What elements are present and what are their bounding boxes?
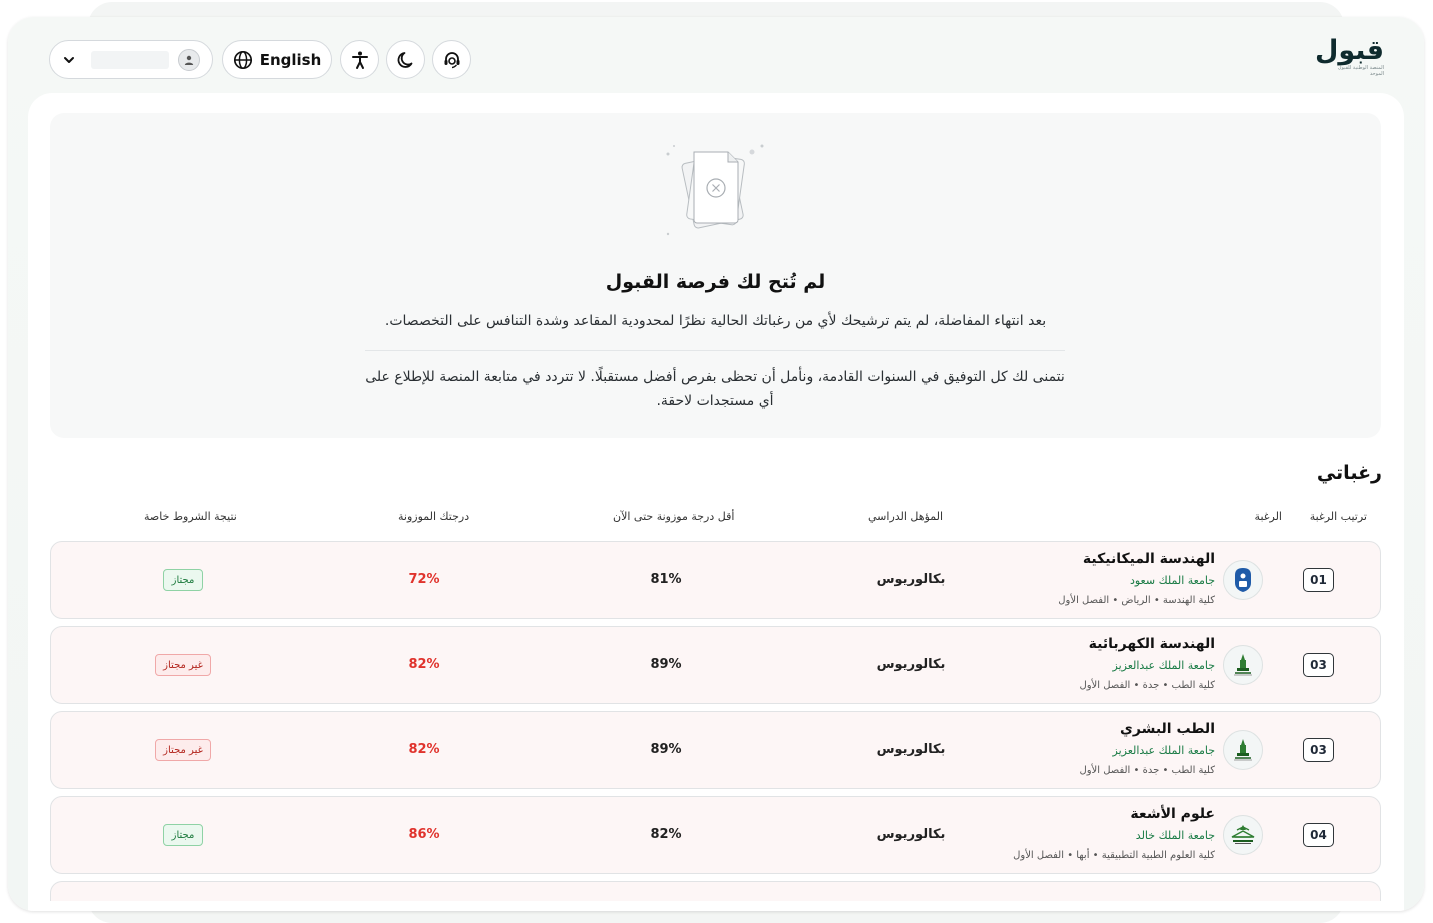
table-header: ترتيب الرغبة الرغبة المؤهل الدراسي أقل د… [28, 510, 1404, 532]
major-name: الهندسة الكهربائية [1088, 636, 1215, 652]
col-header-wish: الرغبة [1254, 510, 1282, 523]
major-name: علوم الأشعة [1130, 806, 1215, 822]
accessibility-button[interactable] [340, 40, 379, 79]
globe-icon [233, 50, 252, 69]
min-score: 89% [650, 742, 682, 757]
college-details: كلية العلوم الطبية التطبيقية • أبها • ال… [1013, 850, 1215, 861]
support-agent-icon [444, 51, 459, 68]
university-name: جامعة الملك عبدالعزيز [1112, 659, 1216, 672]
wish-order: 03 [1303, 738, 1334, 762]
dark-mode-button[interactable] [386, 40, 425, 79]
status-badge: مجتاز [163, 569, 203, 591]
col-header-special-conditions: نتيجة الشروط خاصة [144, 510, 237, 523]
wish-order: 04 [1303, 823, 1334, 847]
my-score: 82% [408, 657, 440, 672]
table-row[interactable] [50, 881, 1381, 901]
university-name: جامعة الملك عبدالعزيز [1112, 744, 1216, 757]
major-name: الهندسة الميكانيكية [1082, 551, 1215, 567]
ksu-logo-icon [1223, 560, 1263, 600]
rejected-document-icon [666, 144, 764, 236]
my-score: 86% [408, 827, 440, 842]
degree: بكالوريوس [876, 827, 946, 842]
status-badge: مجتاز [163, 824, 203, 846]
support-button[interactable] [432, 40, 471, 79]
university-name: جامعة الملك خالد [1135, 829, 1215, 842]
col-header-min-score: أقل درجة موزونة حتى الآن [613, 510, 735, 523]
kau-logo-icon [1223, 730, 1263, 770]
table-row[interactable]: 01 الهندسة الميكانيكية جامعة الملك سعود … [50, 541, 1381, 619]
user-name [91, 50, 169, 69]
avatar-icon [178, 48, 200, 71]
section-title-my-wishes: رغباتي [1316, 462, 1382, 484]
chevron-down-icon [64, 56, 74, 63]
status-badge: غير مجتاز [155, 739, 211, 761]
notice-description: بعد انتهاء المفاضلة، لم يتم ترشيحك لأي م… [384, 313, 1047, 329]
wish-order: 03 [1303, 653, 1334, 677]
college-details: كلية الطب • جدة • الفصل الأول [1079, 680, 1215, 691]
logo-text: قبول [1314, 35, 1385, 66]
degree: بكالوريوس [876, 572, 946, 587]
rejection-notice-card: لم تُتح لك فرصة القبول بعد انتهاء المفاض… [50, 113, 1381, 438]
user-menu-dropdown[interactable] [49, 40, 213, 79]
my-score: 72% [408, 572, 440, 587]
main-content: لم تُتح لك فرصة القبول بعد انتهاء المفاض… [28, 93, 1404, 911]
table-row[interactable]: 03 الهندسة الكهربائية جامعة الملك عبدالع… [50, 626, 1381, 704]
status-badge: غير مجتاز [155, 654, 211, 676]
accessibility-icon [351, 51, 368, 69]
major-name: الطب البشري [1120, 721, 1215, 737]
notice-wish-text: نتمنى لك كل التوفيق في السنوات القادمة، … [365, 369, 1065, 409]
college-details: كلية الطب • جدة • الفصل الأول [1079, 765, 1215, 776]
notice-title: لم تُتح لك فرصة القبول [605, 271, 826, 293]
col-header-order: ترتيب الرغبة [1309, 510, 1367, 523]
table-row[interactable]: 04 علوم الأشعة جامعة الملك خالد كلية الع… [50, 796, 1381, 874]
university-name: جامعة الملك سعود [1129, 574, 1215, 587]
min-score: 89% [650, 657, 682, 672]
col-header-my-score: درجتك الموزونة [398, 510, 470, 523]
min-score: 82% [650, 827, 682, 842]
kku-logo-icon [1223, 815, 1263, 855]
divider [365, 350, 1065, 351]
col-header-degree: المؤهل الدراسي [868, 510, 944, 523]
top-bar: English قبول المنصة الوطنية للقبول الموح… [8, 17, 1424, 95]
degree: بكالوريوس [876, 742, 946, 757]
college-details: كلية الهندسة • الرياض • الفصل الأول [1058, 595, 1215, 606]
min-score: 81% [650, 572, 682, 587]
language-label: English [259, 50, 322, 69]
wishes-list: 01 الهندسة الميكانيكية جامعة الملك سعود … [50, 541, 1381, 908]
my-score: 82% [408, 742, 440, 757]
table-row[interactable]: 03 الطب البشري جامعة الملك عبدالعزيز كلي… [50, 711, 1381, 789]
logo-subtitle: المنصة الوطنية للقبول الموحد [1337, 65, 1384, 77]
kau-logo-icon [1223, 645, 1263, 685]
language-switch-button[interactable]: English [222, 40, 332, 79]
degree: بكالوريوس [876, 657, 946, 672]
moon-icon [397, 51, 412, 68]
app-frame: English قبول المنصة الوطنية للقبول الموح… [8, 17, 1424, 911]
qubool-logo[interactable]: قبول المنصة الوطنية للقبول الموحد [1315, 37, 1385, 85]
wish-order: 01 [1303, 568, 1334, 592]
